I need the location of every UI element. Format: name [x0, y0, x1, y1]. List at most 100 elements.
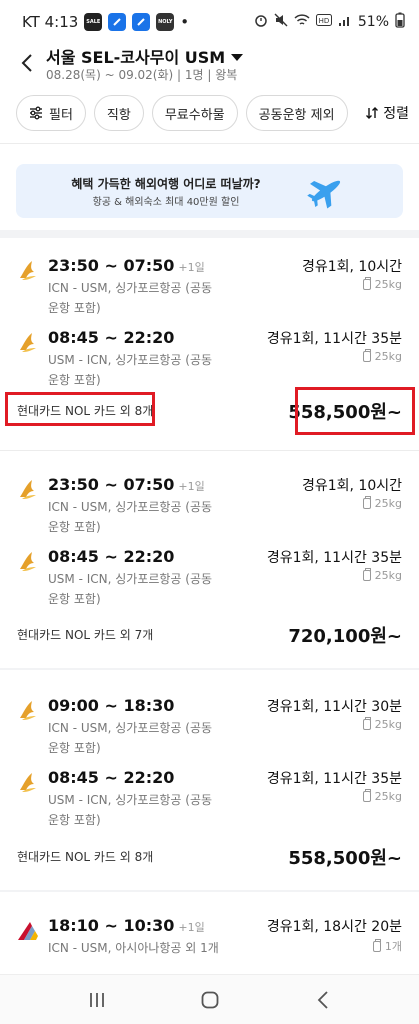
section-gap	[0, 230, 419, 238]
flight-time: 09:00 ~ 18:30	[48, 696, 174, 715]
plus-day: +1일	[178, 261, 205, 274]
baggage-allowance: 25kg	[374, 350, 402, 363]
flight-result-card[interactable]: 09:00 ~ 18:30 ICN - USM, 싱가포르항공 (공동운항 포함…	[0, 670, 419, 890]
route-airline: ICN - USM, 싱가포르항공 (공동운항 포함)	[48, 721, 213, 755]
free-baggage-chip[interactable]: 무료수하물	[151, 95, 238, 131]
exclude-codeshare-chip[interactable]: 공동운항 제외	[245, 95, 348, 131]
time-range: 08:45 ~ 22:20	[48, 547, 175, 566]
card-discount: 현대카드 NOL 카드 외 8개	[17, 850, 154, 864]
sort-button[interactable]: 정렬	[365, 103, 409, 123]
direct-chip-label: 직항	[106, 107, 131, 123]
singapore-airlines-logo-icon	[20, 701, 36, 720]
baggage-info: 25kg	[362, 568, 402, 582]
recent-apps-button[interactable]	[77, 980, 117, 1020]
wifi-icon	[294, 13, 310, 31]
direct-flight-chip[interactable]: 직항	[93, 95, 144, 131]
back-nav-button[interactable]	[303, 980, 343, 1020]
luggage-icon	[362, 789, 371, 802]
highlight-box-price	[295, 387, 415, 435]
card-discount: 현대카드 NOL 카드 외 7개	[17, 628, 154, 642]
singapore-airlines-logo-icon	[20, 261, 36, 280]
flight-time: 23:50 ~ 07:50 +1일	[48, 256, 205, 275]
notification-dot: •	[180, 13, 190, 31]
airplane-icon	[307, 180, 341, 209]
stops-duration: 경유1회, 11시간 35분	[266, 331, 402, 347]
promo-banner[interactable]: 혜택 가득한 해외여행 어디로 떠날까? 항공 & 해외숙소 최대 40만원 할…	[16, 164, 403, 218]
stops-duration: 경유1회, 11시간 35분	[266, 550, 402, 566]
stops-duration: 경유1회, 11시간 35분	[266, 771, 402, 787]
battery-percent: 51%	[357, 14, 389, 30]
home-button[interactable]	[190, 980, 230, 1020]
header: 서울 SEL-코사무이 USM 08.28(목) ~ 09.02(화) | 1명…	[0, 44, 419, 90]
plus-day: +1일	[178, 480, 205, 493]
hd-icon: HD	[315, 13, 332, 31]
time-range: 08:45 ~ 22:20	[48, 768, 175, 787]
flight-result-card[interactable]: 18:10 ~ 10:30 +1일 ICN - USM, 아시아나항공 외 1개…	[0, 892, 419, 974]
luggage-icon	[372, 938, 381, 952]
sort-arrows-icon	[366, 107, 379, 119]
status-right: HD 51%	[254, 12, 405, 32]
carrier-time: KT 4:13	[22, 13, 79, 31]
time-range: 09:00 ~ 18:30	[48, 696, 175, 715]
baggage-info: 25kg	[362, 789, 402, 803]
baggage-allowance: 25kg	[374, 497, 402, 510]
baggage-allowance: 25kg	[374, 569, 402, 582]
route-airline: ICN - USM, 싱가포르항공 (공동운항 포함)	[48, 281, 213, 315]
flight-segment-return: 08:45 ~ 22:20 USM - ICN, 싱가포르항공 (공동운항 포함…	[0, 547, 419, 617]
time-range: 23:50 ~ 07:50	[48, 256, 175, 275]
singapore-airlines-logo-icon	[20, 333, 36, 352]
plus-day: +1일	[178, 921, 205, 934]
luggage-icon	[362, 349, 371, 362]
flight-time: 08:45 ~ 22:20	[48, 768, 174, 787]
baggage-info: 25kg	[362, 717, 402, 731]
back-chevron-icon	[317, 990, 328, 1009]
alarm-icon	[254, 13, 268, 31]
singapore-airlines-logo-icon	[20, 480, 36, 499]
system-nav-bar	[0, 974, 419, 1024]
route-airline: USM - ICN, 싱가포르항공 (공동운항 포함)	[48, 793, 213, 827]
signal-icon	[338, 13, 352, 31]
route-airline: USM - ICN, 싱가포르항공 (공동운항 포함)	[48, 572, 213, 606]
baggage-info: 25kg	[362, 349, 402, 363]
price: 720,100원~	[288, 626, 402, 647]
filter-chip[interactable]: 필터	[16, 95, 86, 131]
highlight-box-discount	[5, 392, 155, 426]
filter-sliders-icon	[30, 106, 42, 120]
route-title-dropdown[interactable]: 서울 SEL-코사무이 USM	[46, 44, 244, 68]
battery-icon	[395, 12, 405, 32]
baggage-allowance: 25kg	[374, 790, 402, 803]
flight-time: 08:45 ~ 22:20	[48, 547, 174, 566]
luggage-icon	[362, 277, 371, 290]
flight-time: 23:50 ~ 07:50 +1일	[48, 475, 205, 494]
noly-app-icon: NOLY	[156, 13, 175, 31]
sale-app-icon: SALE	[84, 13, 103, 31]
header-divider	[0, 143, 419, 144]
mute-icon	[274, 13, 288, 31]
back-button[interactable]	[12, 48, 42, 78]
home-icon	[201, 991, 218, 1008]
back-arrow-icon	[21, 54, 32, 72]
luggage-icon	[362, 717, 371, 730]
svg-text:HD: HD	[319, 17, 330, 25]
free-baggage-label: 무료수하물	[164, 107, 225, 123]
recent-apps-icon	[89, 992, 104, 1007]
flight-segment-outbound: 18:10 ~ 10:30 +1일 ICN - USM, 아시아나항공 외 1개…	[0, 916, 419, 974]
time-range: 08:45 ~ 22:20	[48, 328, 175, 347]
baggage-info: 1개	[372, 938, 402, 954]
route-airline: USM - ICN, 싱가포르항공 (공동운항 포함)	[48, 353, 213, 387]
sort-label: 정렬	[383, 106, 409, 122]
trip-summary: 08.28(목) ~ 09.02(화) | 1명 | 왕복	[46, 68, 238, 82]
singapore-airlines-logo-icon	[20, 552, 36, 571]
stops-duration: 경유1회, 18시간 20분	[266, 919, 402, 935]
price: 558,500원~	[288, 848, 402, 869]
luggage-icon	[362, 568, 371, 581]
baggage-info: 25kg	[362, 277, 402, 291]
time-range: 18:10 ~ 10:30	[48, 916, 175, 935]
luggage-icon	[362, 496, 371, 509]
stops-duration: 경유1회, 10시간	[301, 259, 402, 275]
flight-segment-return: 08:45 ~ 22:20 USM - ICN, 싱가포르항공 (공동운항 포함…	[0, 768, 419, 838]
exclude-codeshare-label: 공동운항 제외	[258, 107, 335, 123]
route-title: 서울 SEL-코사무이 USM	[46, 48, 226, 67]
stops-duration: 경유1회, 11시간 30분	[266, 699, 402, 715]
flight-result-card[interactable]: 23:50 ~ 07:50 +1일 ICN - USM, 싱가포르항공 (공동운…	[0, 451, 419, 666]
